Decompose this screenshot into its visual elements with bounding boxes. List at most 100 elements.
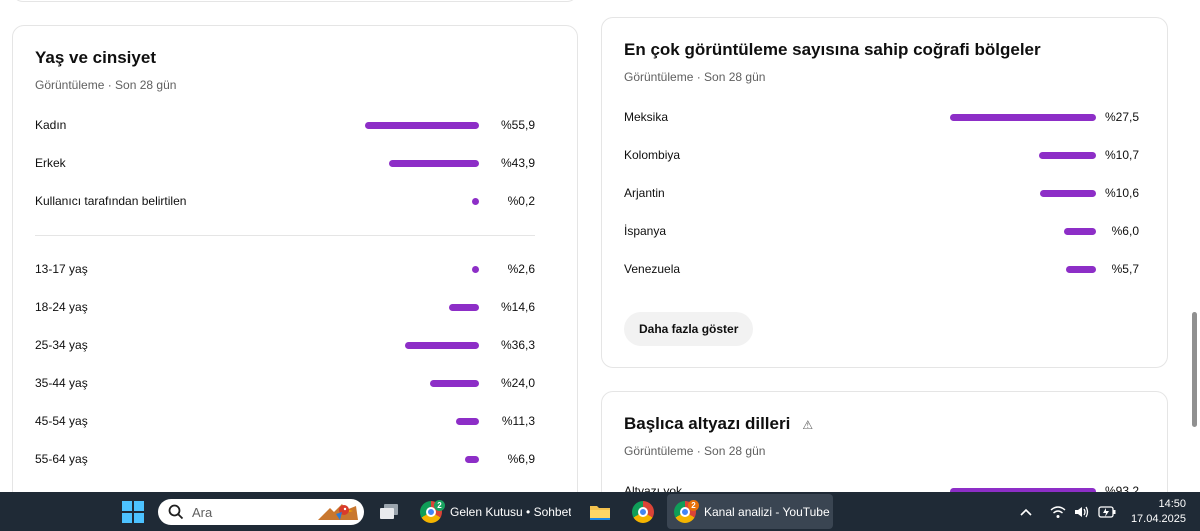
age-list: 13-17 yaş %2,6 18-24 yaş %14,6 25-34 yaş %36,… <box>35 260 535 492</box>
show-more-button[interactable]: Daha fazla göster <box>624 312 754 346</box>
bar-row-label: 45-54 yaş <box>35 414 88 428</box>
percentage-bar <box>365 122 479 129</box>
show-hidden-icons-button[interactable] <box>1020 492 1034 531</box>
bar-row: 35-44 yaş %24,0 <box>35 374 535 394</box>
percentage-bar <box>464 456 479 463</box>
geography-list: Meksika %27,5 Kolombiya %10,7 Arjantin %10,6 İ… <box>624 108 1139 298</box>
divider <box>35 235 535 236</box>
bar-row: 13-17 yaş %2,6 <box>35 260 535 280</box>
bar-row-label: Erkek <box>35 156 66 170</box>
bar-row: Altyazı yok %93,2 <box>624 482 1139 492</box>
percentage-bar <box>1039 190 1096 197</box>
file-explorer-button[interactable] <box>589 492 613 531</box>
percentage-value: %6,9 <box>507 452 535 466</box>
percentage-value: %36,3 <box>500 338 535 352</box>
notification-badge: 2 <box>688 500 699 511</box>
percentage-bar <box>950 114 1096 121</box>
subtitle-languages-title: Başlıca altyazı dilleri <box>624 414 791 433</box>
search-icon <box>168 504 184 520</box>
bar-row: 18-24 yaş %14,6 <box>35 298 535 318</box>
percentage-value: %5,7 <box>1111 262 1139 276</box>
bar-row-label: Arjantin <box>624 186 665 200</box>
bar-row-label: Altyazı yok <box>624 484 683 492</box>
percentage-value: %93,2 <box>1104 484 1139 492</box>
age-gender-card: Yaş ve cinsiyet Görüntüleme · Son 28 gün… <box>12 25 578 492</box>
battery-icon <box>1098 505 1116 518</box>
date-text: 17.04.2025 <box>1130 513 1186 525</box>
geography-subtitle: Görüntüleme · Son 28 gün <box>624 70 766 84</box>
bar-row-label: Venezuela <box>624 262 681 276</box>
bar-row-label: 25-34 yaş <box>35 338 88 352</box>
chevron-up-icon <box>1020 508 1032 516</box>
bar-row: Venezuela %5,7 <box>624 260 1139 280</box>
page-scrollbar[interactable] <box>1188 0 1200 492</box>
task-view-button[interactable] <box>378 492 402 531</box>
warning-icon[interactable]: ⚠ <box>802 418 813 432</box>
start-button[interactable] <box>122 492 146 531</box>
gender-list: Kadın %55,9 Erkek %43,9 Kullanıcı tarafından… <box>35 116 535 236</box>
percentage-bar <box>472 198 479 205</box>
bird-illustration-icon <box>318 504 358 520</box>
percentage-value: %27,5 <box>1104 110 1139 124</box>
taskbar: Ara 2 Gelen Kutusu • Sohbetle 2 Kanal an… <box>0 492 1200 531</box>
percentage-bar <box>430 380 479 387</box>
bar-row: İspanya %6,0 <box>624 222 1139 242</box>
bar-row: Arjantin %10,6 <box>624 184 1139 204</box>
bar-row-label: Kullanıcı tarafından belirtilen <box>35 194 187 208</box>
bar-row: Kolombiya %10,7 <box>624 146 1139 166</box>
percentage-value: %14,6 <box>500 300 535 314</box>
percentage-bar <box>389 160 479 167</box>
percentage-value: %10,7 <box>1104 148 1139 162</box>
windows-icon <box>122 500 144 523</box>
time-text: 14:50 <box>1158 498 1186 510</box>
percentage-value: %43,9 <box>500 156 535 170</box>
search-placeholder: Ara <box>192 505 213 520</box>
subtitle-languages-card: Başlıca altyazı dilleri ⚠ Görüntüleme · S… <box>601 391 1168 492</box>
quick-settings-button[interactable] <box>1050 492 1116 531</box>
bar-row-label: Kadın <box>35 118 67 132</box>
notification-badge: 2 <box>434 500 445 511</box>
bar-row: 25-34 yaş %36,3 <box>35 336 535 356</box>
geography-card: En çok görüntüleme sayısına sahip coğraf… <box>601 17 1168 368</box>
age-gender-title: Yaş ve cinsiyet <box>35 48 156 67</box>
bar-row-label: 18-24 yaş <box>35 300 88 314</box>
geography-title: En çok görüntüleme sayısına sahip coğraf… <box>624 40 1041 59</box>
bar-row-label: Kolombiya <box>624 148 681 162</box>
volume-icon <box>1075 506 1089 517</box>
clock[interactable]: 14:50 17.04.2025 <box>1131 497 1186 527</box>
taskbar-chrome-button[interactable] <box>632 492 656 531</box>
percentage-bar <box>455 418 479 425</box>
percentage-bar <box>449 304 479 311</box>
subtitle-languages-subtitle: Görüntüleme · Son 28 gün <box>624 444 766 458</box>
percentage-bar <box>405 342 479 349</box>
previous-card <box>12 0 578 2</box>
percentage-value: %2,6 <box>507 262 535 276</box>
bar-row: 55-64 yaş %6,9 <box>35 450 535 470</box>
chrome-icon <box>632 500 654 523</box>
percentage-bar <box>1065 266 1096 273</box>
taskbar-search[interactable]: Ara <box>158 499 364 525</box>
scrollbar-thumb[interactable] <box>1192 312 1197 427</box>
taskbar-app-label: Kanal analizi - YouTube <box>704 504 830 519</box>
percentage-bar <box>1039 152 1096 159</box>
subtitle-languages-list: Altyazı yok %93,2 <box>624 482 1139 492</box>
bar-row: Kullanıcı tarafından belirtilen %0,2 <box>35 192 535 212</box>
percentage-value: %11,3 <box>501 414 535 428</box>
taskbar-app-youtube-analytics[interactable]: 2 Kanal analizi - YouTube <box>674 492 832 531</box>
percentage-bar <box>1064 228 1096 235</box>
percentage-value: %10,6 <box>1104 186 1139 200</box>
percentage-bar <box>472 266 479 273</box>
percentage-value: %24,0 <box>500 376 535 390</box>
percentage-value: %6,0 <box>1111 224 1139 238</box>
percentage-value: %0,2 <box>507 194 535 208</box>
taskbar-app-inbox[interactable]: 2 Gelen Kutusu • Sohbetle <box>420 492 572 531</box>
bar-row: Meksika %27,5 <box>624 108 1139 128</box>
bar-row-label: 13-17 yaş <box>35 262 88 276</box>
wifi-icon <box>1050 505 1066 518</box>
bar-row: Kadın %55,9 <box>35 116 535 136</box>
bar-row-label: 55-64 yaş <box>35 452 88 466</box>
percentage-value: %55,9 <box>500 118 535 132</box>
bar-row: 45-54 yaş %11,3 <box>35 412 535 432</box>
bar-row-label: İspanya <box>624 224 667 238</box>
folder-icon <box>590 505 610 520</box>
